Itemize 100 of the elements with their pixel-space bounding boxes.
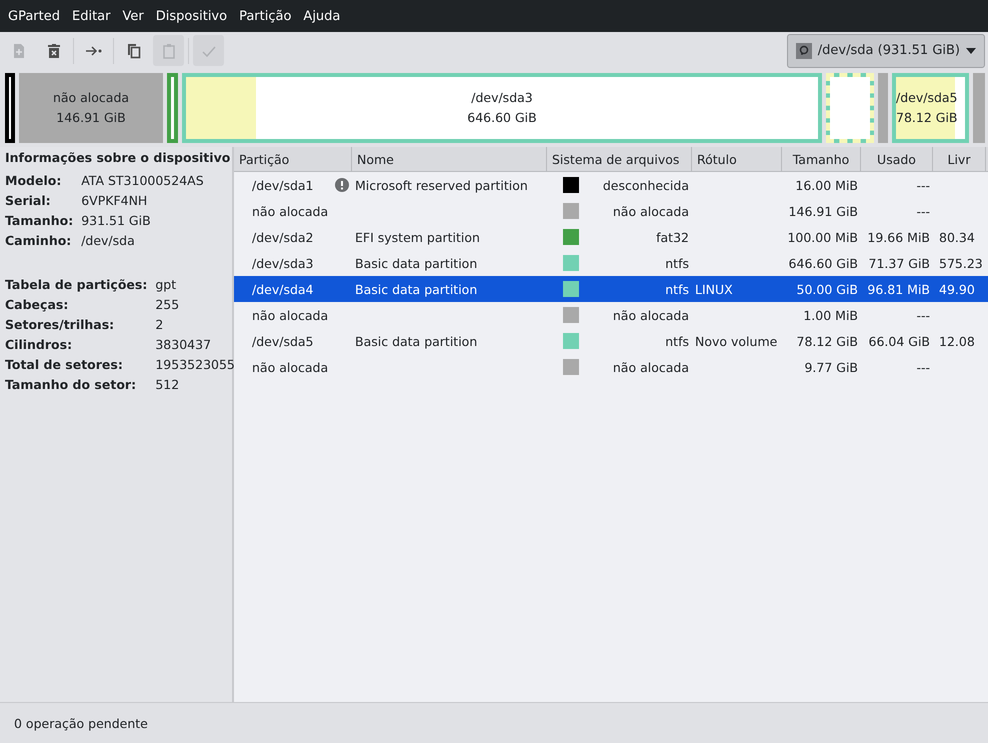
partition-segment[interactable] — [5, 73, 15, 143]
table-cell: não alocada — [612, 360, 689, 374]
column-header[interactable]: Nome — [352, 147, 547, 171]
table-cell: ntfs — [665, 282, 689, 296]
info-value: 512 — [155, 376, 180, 394]
table-cell-text: 9.77 GiB — [803, 360, 859, 374]
table-cell-text: 19.66 MiB — [866, 230, 931, 244]
partition-row[interactable]: não alocada não alocada 9.77 GiB --- — [234, 354, 988, 380]
partition-row[interactable]: /dev/sda3 Basic data partition ntfs 646.60 GiB 71.37 GiB 575.23 — [234, 250, 988, 276]
table-cell-text: 66.04 GiB — [868, 334, 931, 348]
used-space-fill — [896, 77, 955, 139]
info-value: 3830437 — [155, 336, 212, 354]
table-cell-text: --- — [915, 178, 931, 192]
segment-label: 78.12 GiB — [896, 109, 958, 127]
table-cell: não alocada — [252, 204, 328, 218]
table-cell: ntfs — [665, 256, 689, 270]
segment-label: /dev/sda3 — [471, 89, 533, 107]
column-header[interactable]: Partição — [234, 147, 352, 171]
table-cell: não alocada — [252, 308, 328, 322]
table-cell: /dev/sda1 — [252, 178, 314, 192]
info-value: 931.51 GiB — [81, 212, 152, 230]
column-header[interactable]: Usado — [861, 147, 933, 171]
table-cell: não alocada — [252, 360, 328, 374]
partition-row[interactable]: não alocada não alocada 146.91 GiB --- — [234, 198, 988, 224]
segment-label: 646.60 GiB — [467, 109, 537, 127]
partition-segment[interactable]: /dev/sda3 646.60 GiB — [182, 73, 822, 143]
table-cell-text: 71.37 GiB — [868, 256, 931, 270]
column-header[interactable]: Sistema de arquivos — [547, 147, 692, 171]
table-cell: fat32 — [656, 230, 689, 244]
info-value: gpt — [155, 276, 178, 294]
unallocated-segment[interactable] — [878, 73, 888, 143]
partition-row[interactable]: /dev/sda2 EFI system partition fat32 100.00 MiB 19.66 MiB 80.34 — [234, 224, 988, 250]
menu-item[interactable]: Dispositivo — [150, 8, 234, 24]
table-cell-text: 1.00 MiB — [802, 308, 859, 322]
used-space-fill — [186, 77, 256, 139]
copy-icon — [126, 42, 142, 58]
menu-item[interactable]: Editar — [66, 8, 116, 24]
table-cell-text: 16.00 MiB — [794, 178, 859, 192]
segment-label: não alocada — [52, 89, 130, 107]
table-cell: /dev/sda2 — [252, 230, 314, 244]
table-cell: não alocada — [612, 308, 689, 322]
unallocated-segment[interactable] — [973, 73, 985, 143]
table-cell-text: 146.91 GiB — [788, 204, 859, 218]
partition-row[interactable]: /dev/sda1 Microsoft reserved partition desconhecida 16.00 MiB --- — [234, 172, 988, 198]
clipboard-icon — [160, 42, 176, 58]
info-label: Tamanho: — [5, 212, 74, 230]
info-label: Caminho: — [5, 232, 72, 250]
info-label: Total de setores: — [5, 356, 124, 374]
partition-segment[interactable]: /dev/sda5 78.12 GiB — [892, 73, 969, 143]
table-cell-text: Basic data partition — [354, 282, 478, 296]
table-cell: /dev/sda3 — [252, 256, 314, 270]
table-cell-text: --- — [915, 204, 931, 218]
partition-row[interactable]: /dev/sda5 Basic data partition ntfs Novo volume 78.12 GiB 66.04 GiB 12.08 — [234, 328, 988, 354]
table-cell-text: 100.00 MiB — [786, 230, 859, 244]
column-header[interactable]: Rótulo — [692, 147, 782, 171]
table-cell-text: 78.12 GiB — [796, 334, 859, 348]
table-cell-text: 80.34 — [938, 230, 976, 244]
table-cell-text: 96.81 MiB — [866, 282, 931, 296]
segment-label: /dev/sda5 — [896, 89, 958, 107]
table-cell: /dev/sda4 — [252, 282, 314, 296]
info-value: 6VPKF4NH — [81, 192, 148, 210]
table-cell-text: --- — [915, 360, 931, 374]
menu-item[interactable]: Ver — [116, 8, 150, 24]
status-bar: 0 operação pendente — [0, 702, 988, 743]
info-value: /dev/sda — [81, 232, 136, 250]
info-label: Tabela de partições: — [5, 276, 148, 294]
info-value: 1953523055 — [155, 356, 235, 374]
unallocated-segment[interactable]: não alocada 146.91 GiB — [19, 73, 163, 143]
table-cell-text: LINUX — [694, 282, 734, 296]
info-label: Cilindros: — [5, 336, 74, 354]
device-dropdown[interactable]: /dev/sda (931.51 GiB) — [786, 34, 985, 68]
table-cell-text: 575.23 — [938, 256, 984, 270]
table-cell-text: Basic data partition — [354, 256, 478, 270]
column-header[interactable]: Livr — [933, 147, 986, 171]
column-header[interactable]: Tamanho — [782, 147, 861, 171]
table-cell-text: 646.60 GiB — [788, 256, 859, 270]
segment-label: 146.91 GiB — [56, 109, 126, 127]
caret-icon — [966, 48, 976, 54]
table-cell-text: 50.00 GiB — [796, 282, 859, 296]
trash-icon — [46, 42, 62, 58]
table-cell: ntfs — [665, 334, 689, 348]
table-cell: não alocada — [612, 204, 689, 218]
table-cell-text: Novo volume — [694, 334, 778, 348]
partition-row[interactable]: não alocada não alocada 1.00 MiB --- — [234, 302, 988, 328]
table-cell-text: Microsoft reserved partition — [354, 178, 529, 192]
info-label: Tamanho do setor: — [5, 376, 138, 394]
info-value: ATA ST31000524AS — [81, 172, 205, 190]
info-label: Setores/trilhas: — [5, 316, 116, 334]
menu-item[interactable]: GParted — [2, 8, 66, 24]
info-label: Cabeças: — [5, 296, 70, 314]
table-cell: /dev/sda5 — [252, 334, 314, 348]
info-value: 255 — [155, 296, 180, 314]
partition-row[interactable]: /dev/sda4 Basic data partition ntfs LINUX 50.00 GiB 96.81 MiB 49.90 — [234, 276, 988, 302]
table-cell-text: 49.90 — [938, 282, 976, 296]
menu-item[interactable]: Ajuda — [297, 8, 346, 24]
menu-item[interactable]: Partição — [233, 8, 298, 24]
table-cell: desconhecida — [602, 178, 689, 192]
info-label: Serial: — [5, 192, 52, 210]
table-cell-text: --- — [915, 308, 931, 322]
table-cell-text: EFI system partition — [354, 230, 481, 244]
